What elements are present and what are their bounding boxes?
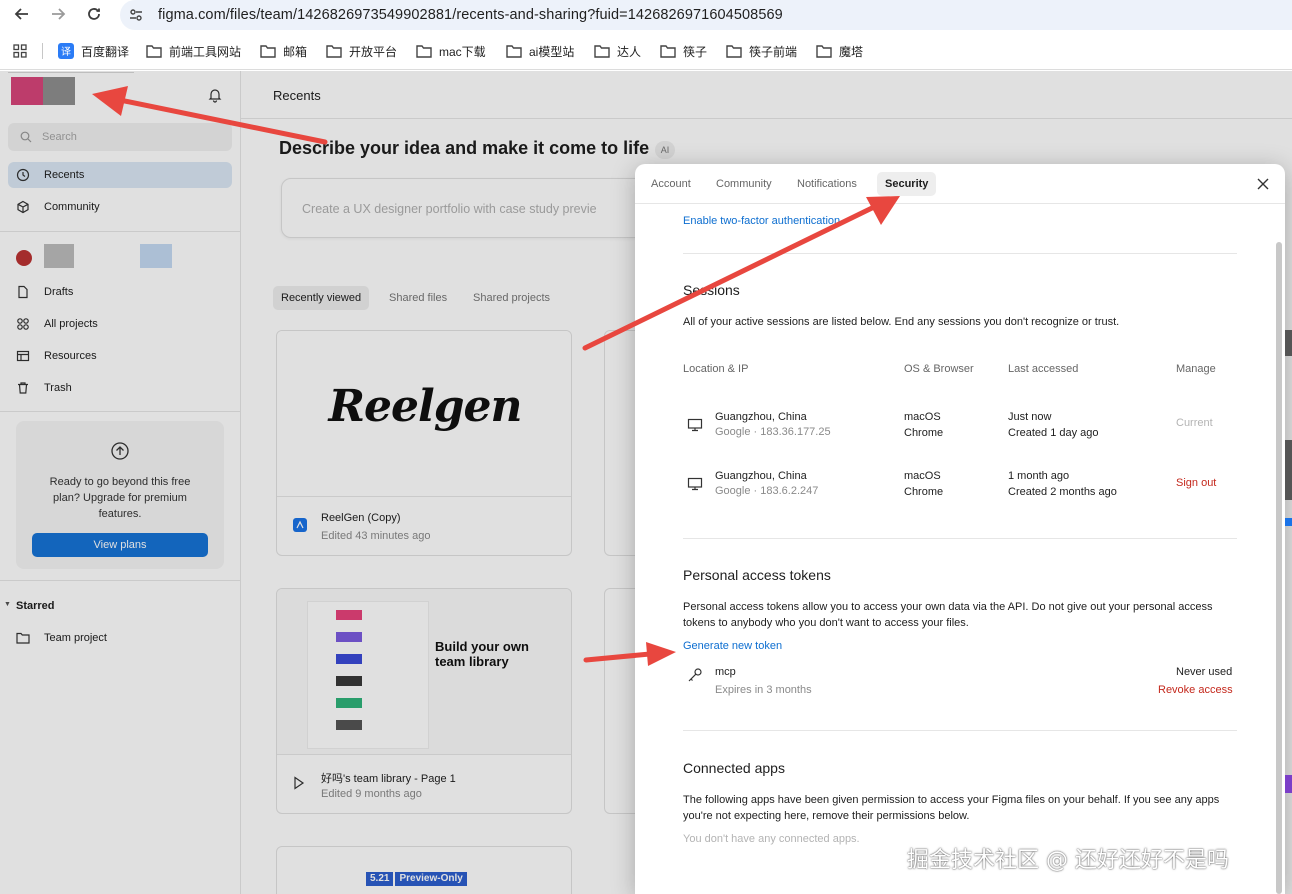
settings-tabs: Account Community Notifications Security <box>635 164 1285 204</box>
bookmark-item[interactable]: 译 百度翻译 <box>58 42 129 60</box>
column-header-location: Location & IP <box>683 363 749 375</box>
session-browser: Chrome <box>904 427 944 439</box>
folder-icon <box>660 44 676 58</box>
session-location: Guangzhou, China <box>715 470 807 482</box>
watermark: 掘金技术社区 @ 还好还好不是吗 <box>907 848 1229 873</box>
bookmark-folder[interactable]: 筷子 <box>660 42 707 60</box>
generate-token-link[interactable]: Generate new token <box>683 640 782 652</box>
bookmark-folder[interactable]: 达人 <box>594 42 641 60</box>
key-icon <box>687 667 703 686</box>
modal-scrollbar[interactable] <box>1276 242 1282 894</box>
forward-button[interactable] <box>48 4 68 24</box>
folder-icon <box>594 44 610 58</box>
folder-icon <box>506 44 522 58</box>
connected-apps-heading: Connected apps <box>683 760 785 776</box>
reload-button[interactable] <box>84 4 104 24</box>
site-settings-icon[interactable] <box>128 7 148 23</box>
connected-apps-description: The following apps have been given permi… <box>683 794 1220 822</box>
translate-icon: 译 <box>58 43 74 59</box>
session-ip: Google · 183.6.2.247 <box>715 485 819 497</box>
tokens-heading: Personal access tokens <box>683 567 831 583</box>
monitor-icon <box>687 418 703 435</box>
section-divider <box>683 538 1237 539</box>
revoke-access-button[interactable]: Revoke access <box>1158 684 1233 696</box>
tokens-description: Personal access tokens allow you to acce… <box>683 601 1213 629</box>
apps-grid-icon <box>13 44 27 58</box>
column-header-last-accessed: Last accessed <box>1008 363 1079 375</box>
browser-toolbar: figma.com/files/team/1426826973549902881… <box>0 0 1292 34</box>
sessions-description: All of your active sessions are listed b… <box>683 316 1120 328</box>
folder-icon <box>816 44 832 58</box>
section-divider <box>683 730 1237 731</box>
bookmark-folder[interactable]: 魔塔 <box>816 42 863 60</box>
bookmark-folder[interactable]: 开放平台 <box>326 42 397 60</box>
tab-security[interactable]: Security <box>877 172 937 196</box>
column-header-os: OS & Browser <box>904 363 974 375</box>
url-text: figma.com/files/team/1426826973549902881… <box>158 7 783 23</box>
bookmark-folder[interactable]: ai模型站 <box>506 42 574 60</box>
column-header-manage: Manage <box>1176 363 1216 375</box>
session-os: macOS <box>904 470 941 482</box>
sessions-heading: Sessions <box>683 282 740 298</box>
background-page-edge <box>1285 330 1292 810</box>
settings-modal: Account Community Notifications Security… <box>635 164 1285 894</box>
bookmark-separator <box>42 43 43 59</box>
monitor-icon <box>687 477 703 494</box>
bookmark-folder[interactable]: 邮箱 <box>260 42 307 60</box>
connected-apps-empty: You don't have any connected apps. <box>683 833 860 845</box>
tab-community[interactable]: Community <box>708 172 780 196</box>
session-browser: Chrome <box>904 486 944 498</box>
bookmarks-bar: 译 百度翻译 前端工具网站 邮箱 开放平台 mac下载 ai模型站 达人 筷子 … <box>0 34 1292 70</box>
svg-text:译: 译 <box>61 46 71 58</box>
token-expiry: Expires in 3 months <box>715 684 812 696</box>
back-button[interactable] <box>12 4 32 24</box>
section-divider <box>683 253 1237 254</box>
bookmark-folder[interactable]: 筷子前端 <box>726 42 797 60</box>
session-last-accessed: 1 month ago <box>1008 470 1070 482</box>
close-button[interactable] <box>1255 176 1271 195</box>
session-os: macOS <box>904 411 941 423</box>
close-icon <box>1257 178 1269 190</box>
token-usage: Never used <box>1176 666 1233 678</box>
folder-icon <box>260 44 276 58</box>
session-location: Guangzhou, China <box>715 411 807 423</box>
folder-icon <box>416 44 432 58</box>
session-created: Created 2 months ago <box>1008 486 1117 498</box>
session-created: Created 1 day ago <box>1008 427 1099 439</box>
bookmark-folder[interactable]: 前端工具网站 <box>146 42 241 60</box>
session-last-accessed: Just now <box>1008 411 1052 423</box>
bookmark-folder[interactable]: mac下载 <box>416 42 486 60</box>
token-name: mcp <box>715 666 736 678</box>
folder-icon <box>146 44 162 58</box>
folder-icon <box>726 44 742 58</box>
tab-notifications[interactable]: Notifications <box>789 172 865 196</box>
sign-out-button[interactable]: Sign out <box>1176 477 1216 489</box>
enable-2fa-link[interactable]: Enable two-factor authentication <box>683 215 840 227</box>
session-current-label: Current <box>1176 417 1213 429</box>
apps-grid-button[interactable] <box>12 42 28 60</box>
tab-account[interactable]: Account <box>643 172 699 196</box>
reload-icon <box>88 8 100 20</box>
arrow-left-icon <box>14 8 28 20</box>
folder-icon <box>326 44 342 58</box>
arrow-right-icon <box>52 8 66 20</box>
address-bar[interactable]: figma.com/files/team/1426826973549902881… <box>120 0 1292 30</box>
session-ip: Google · 183.36.177.25 <box>715 426 831 438</box>
